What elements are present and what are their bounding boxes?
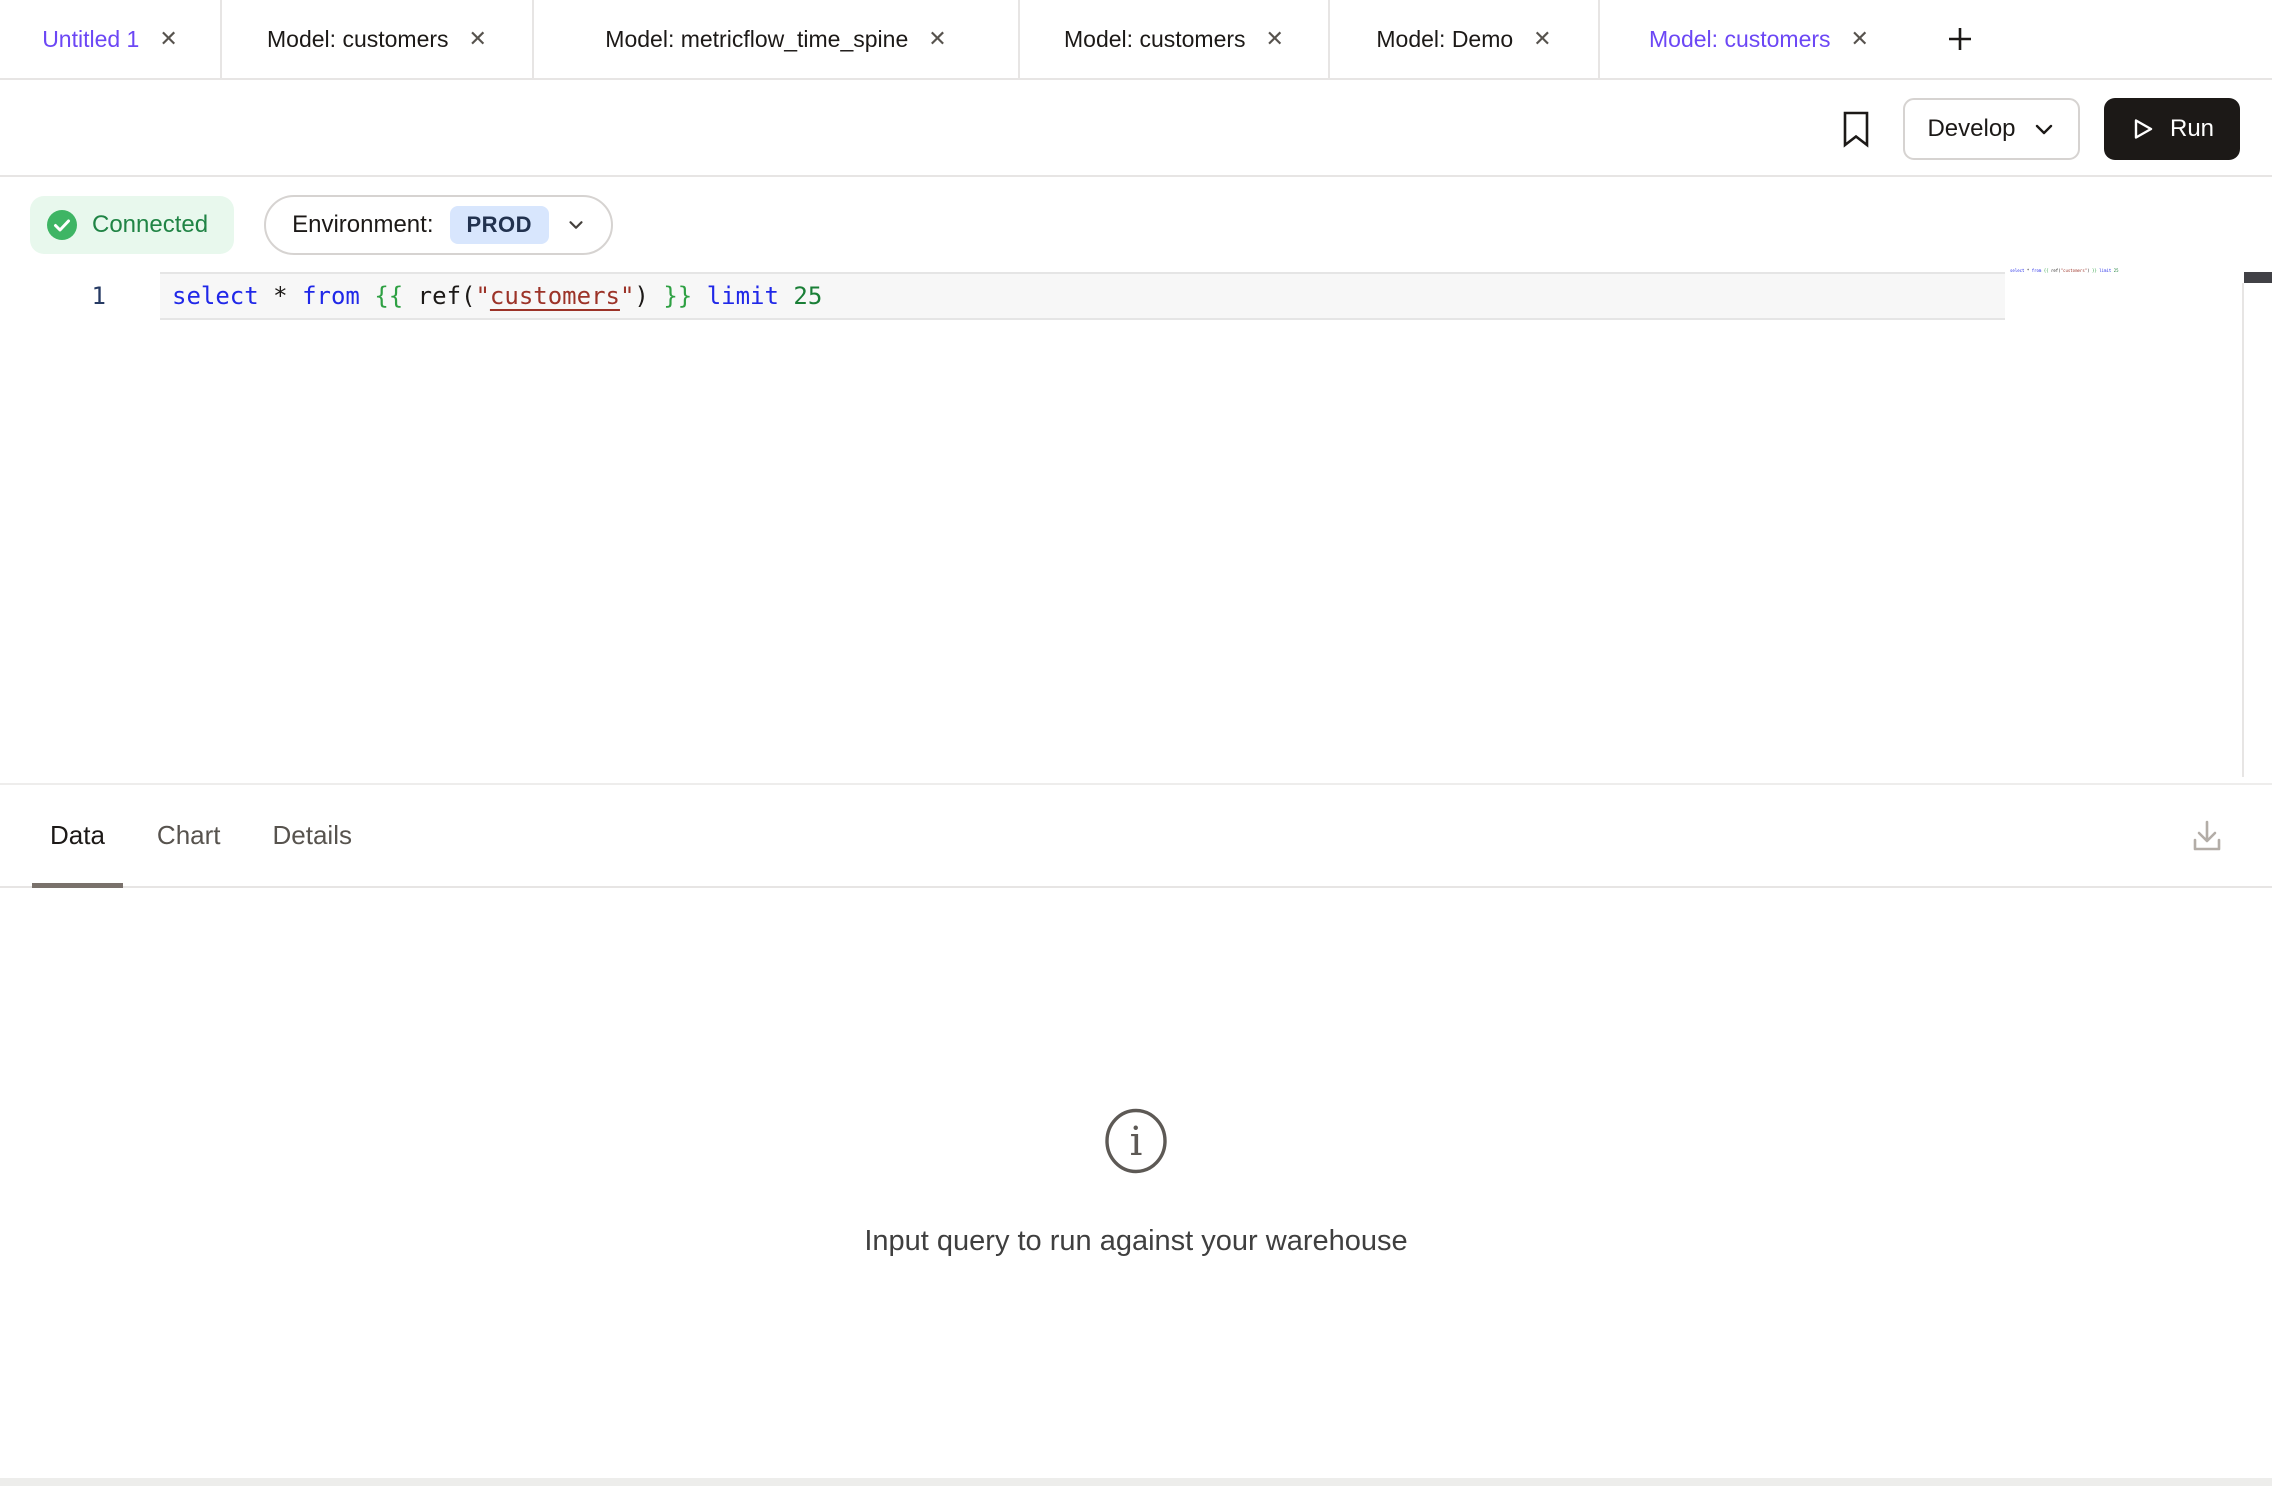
code-token: from (302, 282, 360, 310)
close-icon[interactable]: ✕ (1851, 28, 1869, 50)
environment-label: Environment: (292, 211, 433, 239)
tab-label: Model: customers (267, 26, 449, 53)
minimap-divider (2242, 283, 2244, 777)
line-number: 1 (0, 272, 106, 320)
close-icon[interactable]: ✕ (159, 28, 177, 50)
tab-model-customers-2[interactable]: Model: customers ✕ (1020, 0, 1330, 78)
tab-details[interactable]: Details (255, 785, 370, 886)
code-token: limit (707, 282, 779, 310)
minimap-token: select (2010, 268, 2024, 273)
environment-value-badge: PROD (450, 206, 550, 244)
close-icon[interactable]: ✕ (1266, 28, 1284, 50)
code-content[interactable]: select * from {{ ref("customers") }} lim… (172, 272, 822, 320)
environment-selector[interactable]: Environment: PROD (264, 195, 613, 255)
empty-state: i Input query to run against your wareho… (0, 1108, 2272, 1258)
check-circle-icon (46, 209, 78, 241)
tab-model-customers-3[interactable]: Model: customers ✕ (1600, 0, 1918, 78)
tab-untitled-1[interactable]: Untitled 1 ✕ (0, 0, 222, 78)
new-tab-button[interactable] (1928, 0, 1992, 78)
code-token: ) (634, 282, 663, 310)
tab-label: Chart (157, 820, 221, 851)
run-label: Run (2170, 115, 2214, 143)
code-editor-line[interactable]: 1 select * from {{ ref("customers") }} l… (0, 272, 2272, 320)
minimap-token: * (2024, 268, 2031, 273)
code-token (360, 282, 374, 310)
develop-label: Develop (1927, 115, 2015, 143)
code-token: 25 (793, 282, 822, 310)
minimap-token: 25 (2114, 268, 2119, 273)
minimap-token: from (2032, 268, 2042, 273)
minimap[interactable]: select * from {{ ref("customers") }} lim… (2010, 268, 2119, 273)
download-button[interactable] (2186, 815, 2228, 857)
connection-status-badge: Connected (30, 196, 234, 254)
tab-label: Model: customers (1064, 26, 1246, 53)
close-icon[interactable]: ✕ (469, 28, 487, 50)
dbt-studio-window: Untitled 1 ✕ Model: customers ✕ Model: m… (0, 0, 2272, 1486)
download-icon (2186, 815, 2228, 857)
develop-button[interactable]: Develop (1903, 98, 2080, 160)
results-panel: i Input query to run against your wareho… (0, 890, 2272, 1478)
code-token (692, 282, 706, 310)
code-token: ref( (403, 282, 475, 310)
tab-model-metricflow-time-spine[interactable]: Model: metricflow_time_spine ✕ (534, 0, 1020, 78)
tab-label: Model: Demo (1376, 26, 1513, 53)
code-token (779, 282, 793, 310)
chevron-down-icon (2032, 117, 2056, 141)
bookmark-icon (1839, 109, 1873, 149)
tab-label: Details (273, 820, 352, 851)
plus-icon (1944, 23, 1976, 55)
active-tab-underline (32, 883, 123, 888)
bookmark-button[interactable] (1839, 109, 1873, 149)
empty-state-message: Input query to run against your warehous… (0, 1225, 2272, 1258)
tab-model-demo[interactable]: Model: Demo ✕ (1330, 0, 1600, 78)
connected-label: Connected (92, 211, 208, 239)
info-icon: i (1103, 1108, 1169, 1174)
tab-label: Untitled 1 (42, 26, 139, 53)
editor-status-row: Connected Environment: PROD (30, 195, 613, 255)
sql-editor-pane: Connected Environment: PROD 1 select * f… (0, 179, 2272, 777)
code-token: " (475, 282, 489, 310)
code-token: " (620, 282, 634, 310)
minimap-token: ref( (2049, 268, 2061, 273)
code-token-ref-link[interactable]: customers (490, 282, 620, 310)
tab-label: Data (50, 820, 105, 851)
tab-label: Model: customers (1649, 26, 1831, 53)
close-icon[interactable]: ✕ (928, 28, 946, 50)
editor-tab-bar: Untitled 1 ✕ Model: customers ✕ Model: m… (0, 0, 2272, 80)
bottom-edge-strip (0, 1478, 2272, 1486)
chevron-down-icon (565, 214, 587, 236)
scrollbar-thumb[interactable] (2244, 272, 2272, 283)
code-token: * (259, 282, 302, 310)
run-button[interactable]: Run (2104, 98, 2240, 160)
tab-chart[interactable]: Chart (139, 785, 239, 886)
results-tab-bar: Data Chart Details (0, 783, 2272, 888)
play-icon (2130, 116, 2156, 142)
tab-label: Model: metricflow_time_spine (605, 26, 908, 53)
minimap-token: limit (2099, 268, 2111, 273)
tab-data[interactable]: Data (32, 785, 123, 886)
minimap-token: customers (2063, 268, 2085, 273)
close-icon[interactable]: ✕ (1533, 28, 1551, 50)
code-token: select (172, 282, 259, 310)
code-token: {{ (374, 282, 403, 310)
tab-model-customers-1[interactable]: Model: customers ✕ (222, 0, 534, 78)
svg-text:i: i (1130, 1119, 1143, 1165)
action-toolbar: Develop Run (0, 82, 2272, 177)
code-token: }} (663, 282, 692, 310)
